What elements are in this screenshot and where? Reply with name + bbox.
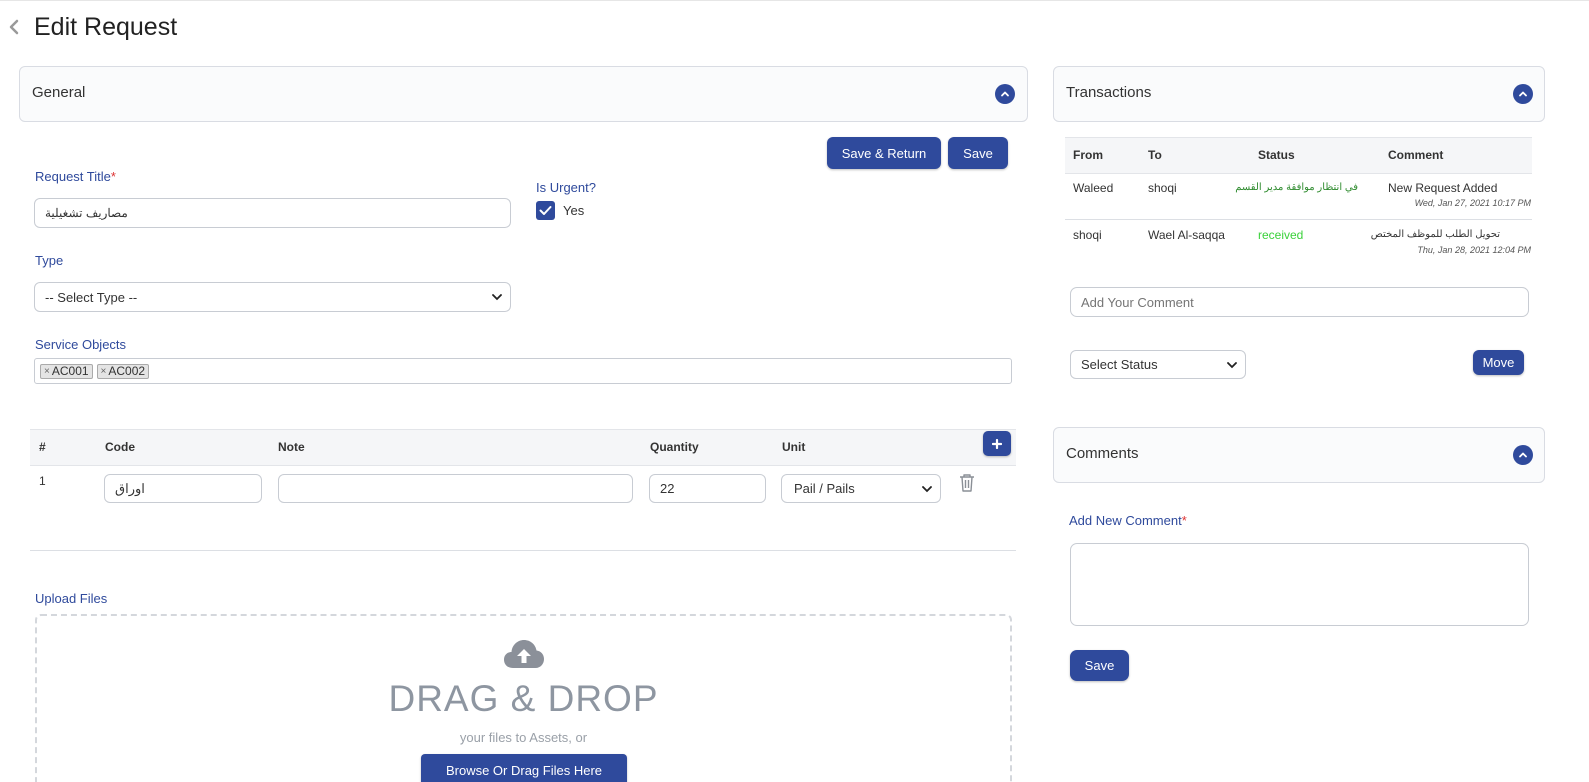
tx-row-from: shoqi <box>1073 228 1102 242</box>
tx-row-status: received <box>1258 228 1304 242</box>
add-new-comment-label: Add New Comment* <box>1069 513 1187 528</box>
chevron-down-icon <box>922 485 932 492</box>
is-urgent-option-label: Yes <box>563 203 585 218</box>
remove-tag-icon[interactable]: × <box>44 366 50 377</box>
type-label: Type <box>35 253 64 268</box>
checkmark-icon <box>539 206 552 215</box>
add-row-button[interactable] <box>983 431 1011 456</box>
new-comment-textarea[interactable] <box>1070 543 1529 626</box>
items-col-note: Note <box>278 440 305 454</box>
type-select-value: -- Select Type -- <box>45 289 138 305</box>
tx-col-to: To <box>1148 148 1162 162</box>
add-comment-input[interactable] <box>1070 287 1529 317</box>
add-new-comment-label-text: Add New Comment <box>1069 513 1182 528</box>
tx-row-to: shoqi <box>1148 181 1177 195</box>
request-title-value: مصاريف تشغيلية <box>45 206 128 220</box>
status-select-value: Select Status <box>1081 357 1158 372</box>
comments-panel-title: Comments <box>1066 445 1139 462</box>
browse-files-button[interactable]: Browse Or Drag Files Here <box>421 754 627 782</box>
tx-row-from: Waleed <box>1073 181 1114 195</box>
service-objects-label: Service Objects <box>35 337 127 352</box>
item-quantity-input[interactable]: 22 <box>649 474 766 503</box>
general-panel-header[interactable]: General <box>19 66 1028 122</box>
items-col-index: # <box>39 440 46 454</box>
tx-row-comment: تحويل الطلب للموظف المختص <box>1370 229 1500 240</box>
general-panel-title: General <box>32 84 86 101</box>
is-urgent-checkbox[interactable] <box>536 201 555 220</box>
transactions-panel-title: Transactions <box>1066 84 1152 101</box>
type-select[interactable]: -- Select Type -- <box>34 282 511 312</box>
request-title-input[interactable]: مصاريف تشغيلية <box>34 198 511 228</box>
item-quantity-value: 22 <box>660 481 675 496</box>
required-mark: * <box>1181 513 1187 528</box>
items-table-header <box>30 429 1016 466</box>
tx-row-to: Wael Al-saqqa <box>1148 228 1225 242</box>
top-divider <box>0 0 1589 1</box>
tx-col-status: Status <box>1258 148 1295 162</box>
transactions-table-header <box>1065 137 1532 174</box>
tx-row-comment: New Request Added <box>1388 181 1498 195</box>
tx-row-divider <box>1065 219 1532 220</box>
collapse-up-icon[interactable] <box>1513 84 1533 104</box>
page-title: Edit Request <box>34 13 178 41</box>
status-select[interactable]: Select Status <box>1070 350 1246 379</box>
tx-row-status: في انتظار موافقة مدير القسم <box>1235 182 1358 193</box>
drag-drop-title: DRAG & DROP <box>388 678 659 719</box>
chevron-down-icon <box>492 294 502 301</box>
items-col-code: Code <box>105 440 135 454</box>
comment-save-button[interactable]: Save <box>1070 650 1129 681</box>
cloud-upload-icon <box>503 638 545 670</box>
transactions-panel-header[interactable]: Transactions <box>1053 66 1545 122</box>
tx-col-from: From <box>1073 148 1103 162</box>
service-object-tag[interactable]: × AC002 <box>96 363 150 379</box>
upload-files-label: Upload Files <box>35 591 108 606</box>
request-title-label: Request Title* <box>35 169 116 184</box>
collapse-up-icon[interactable] <box>995 84 1015 104</box>
back-chevron-icon[interactable] <box>8 18 24 36</box>
tx-row-date: Thu, Jan 28, 2021 12:04 PM <box>1417 245 1531 255</box>
items-col-quantity: Quantity <box>650 440 699 454</box>
item-code-value: اوراق <box>115 480 145 496</box>
save-button[interactable]: Save <box>948 137 1008 169</box>
is-urgent-label: Is Urgent? <box>536 180 596 195</box>
collapse-up-icon[interactable] <box>1513 445 1533 465</box>
service-object-tag-label: AC002 <box>108 364 146 378</box>
request-title-label-text: Request Title <box>35 169 111 184</box>
move-button[interactable]: Move <box>1473 350 1524 375</box>
save-return-button[interactable]: Save & Return <box>827 137 941 169</box>
item-note-input[interactable] <box>278 474 633 503</box>
item-row-index: 1 <box>39 474 46 488</box>
item-unit-select[interactable]: Pail / Pails <box>781 474 941 503</box>
service-object-tag-label: AC001 <box>51 364 89 378</box>
item-code-input[interactable]: اوراق <box>104 474 262 503</box>
items-col-unit: Unit <box>782 440 806 454</box>
section-divider <box>30 550 1016 551</box>
required-mark: * <box>110 169 116 184</box>
comments-panel-header[interactable]: Comments <box>1053 427 1545 483</box>
service-objects-multiselect[interactable]: × AC001 × AC002 <box>34 358 1012 384</box>
plus-icon <box>992 438 1002 449</box>
chevron-down-icon <box>1227 361 1237 368</box>
tx-col-comment: Comment <box>1388 148 1444 162</box>
trash-icon[interactable] <box>958 473 976 493</box>
drag-drop-subtitle: your files to Assets, or <box>459 730 588 745</box>
file-dropzone[interactable]: DRAG & DROP your files to Assets, or Bro… <box>35 614 1012 782</box>
tx-row-date: Wed, Jan 27, 2021 10:17 PM <box>1414 198 1531 208</box>
service-object-tag[interactable]: × AC001 <box>40 363 93 379</box>
item-unit-value: Pail / Pails <box>794 481 855 496</box>
remove-tag-icon[interactable]: × <box>101 366 107 377</box>
